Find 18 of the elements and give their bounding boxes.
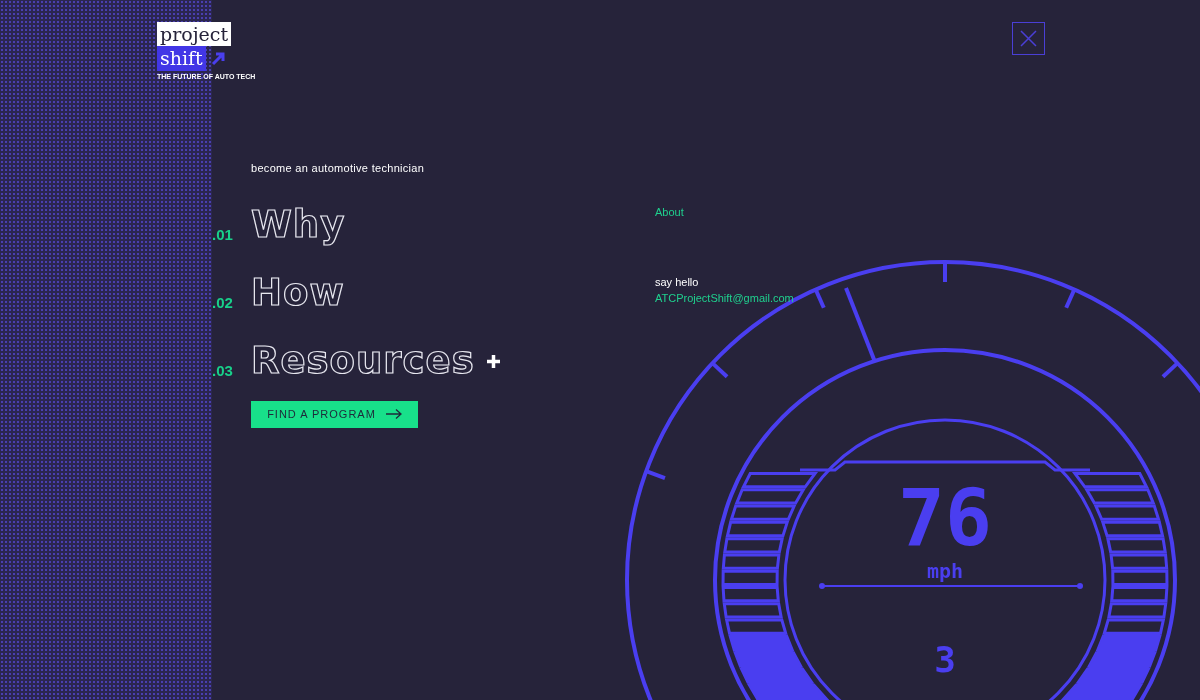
- logo-text: shift: [157, 46, 206, 71]
- plus-icon[interactable]: [485, 353, 501, 369]
- item-number: .03: [212, 360, 234, 381]
- arrow-icon: [385, 409, 402, 419]
- nav-link[interactable]: Resources: [251, 338, 475, 383]
- about-link[interactable]: About: [655, 204, 684, 220]
- arrow-icon: [209, 50, 226, 67]
- find-program-button[interactable]: FIND A PROGRAM: [251, 400, 418, 428]
- gear-readout: 3: [934, 639, 956, 680]
- item-number: .02: [212, 292, 234, 313]
- nav-link[interactable]: How: [251, 270, 345, 315]
- email-link[interactable]: ATCProjectShift@gmail.com: [655, 290, 794, 306]
- tagline: become an automotive technician: [251, 161, 426, 176]
- close-icon: [1020, 30, 1037, 47]
- contact-label: say hello: [655, 275, 699, 290]
- item-number: .01: [212, 224, 234, 245]
- logo-text: project: [157, 22, 232, 46]
- nav-link[interactable]: Why: [251, 202, 346, 247]
